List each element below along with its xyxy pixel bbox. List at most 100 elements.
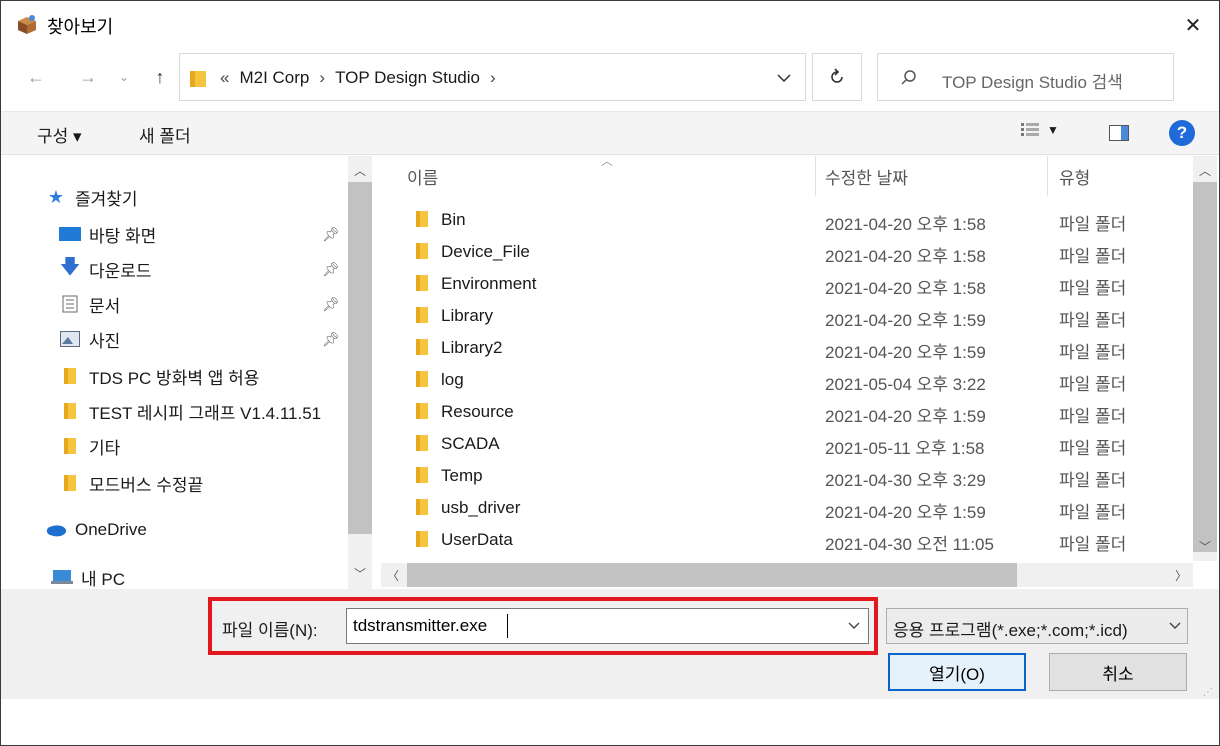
refresh-button[interactable] — [812, 53, 862, 101]
filename-value: tdstransmitter.exe — [353, 616, 488, 635]
breadcrumb-separator[interactable]: › — [490, 68, 496, 88]
filename-input[interactable]: tdstransmitter.exe — [346, 608, 869, 644]
cancel-button[interactable]: 취소 — [1049, 653, 1187, 691]
scroll-down-icon[interactable]: ﹀ — [1193, 534, 1217, 558]
address-history-dropdown[interactable] — [771, 67, 797, 89]
new-folder-button[interactable]: 새 폴더 — [139, 122, 191, 147]
nav-scrollbar[interactable]: ︿ ﹀ — [348, 156, 372, 589]
nav-this-pc[interactable]: 내 PC — [51, 560, 346, 589]
file-name: log — [441, 370, 464, 389]
scroll-up-icon[interactable]: ︿ — [348, 158, 372, 182]
scroll-right-icon[interactable]: 〉 — [1169, 563, 1193, 587]
file-row[interactable]: usb_driver 2021-04-20 오후 1:59 파일 폴더 — [381, 492, 1193, 524]
filetype-select[interactable]: 응용 프로그램(*.exe;*.com;*.icd) — [886, 608, 1188, 644]
file-row[interactable]: Resource 2021-04-20 오후 1:59 파일 폴더 — [381, 396, 1193, 428]
recent-locations-button[interactable]: ⌄ — [115, 63, 133, 91]
folder-icon — [59, 401, 81, 421]
folder-icon — [413, 338, 431, 361]
file-name: usb_driver — [441, 498, 521, 517]
scroll-up-icon[interactable]: ︿ — [1193, 158, 1217, 182]
column-divider[interactable] — [1047, 156, 1048, 196]
nav-item-label: OneDrive — [75, 520, 147, 539]
scrollbar-thumb[interactable] — [348, 182, 372, 534]
breadcrumb-overflow[interactable]: « — [220, 68, 229, 88]
breadcrumb-top-design-studio[interactable]: TOP Design Studio — [335, 68, 480, 88]
scroll-left-icon[interactable]: 〈 — [381, 563, 405, 587]
file-row[interactable]: Library2 2021-04-20 오후 1:59 파일 폴더 — [381, 332, 1193, 364]
column-header-type[interactable]: 유형 — [1059, 164, 1090, 189]
file-type: 파일 폴더 — [1059, 375, 1127, 394]
nav-quick-access[interactable]: ★ 즐겨찾기 — [45, 180, 373, 214]
nav-item-label: 문서 — [89, 296, 121, 316]
list-view-icon — [1021, 123, 1039, 136]
folder-icon — [188, 68, 210, 93]
file-row[interactable]: Device_File 2021-04-20 오후 1:58 파일 폴더 — [381, 236, 1193, 268]
organize-button[interactable]: 구성 ▾ — [37, 122, 82, 147]
file-date: 2021-04-20 오후 1:58 — [825, 279, 986, 298]
file-row[interactable]: SCADA 2021-05-11 오후 1:58 파일 폴더 — [381, 428, 1193, 460]
nav-folder-modbus[interactable]: 모드버스 수정끝 — [59, 466, 346, 500]
filename-history-dropdown[interactable] — [848, 617, 860, 635]
filetype-dropdown[interactable] — [1163, 609, 1187, 643]
scrollbar-thumb[interactable] — [1193, 182, 1217, 552]
pin-icon[interactable]: 📌︎ — [322, 331, 340, 348]
scroll-down-icon[interactable]: ﹀ — [348, 561, 372, 585]
nav-folder-tds-firewall[interactable]: TDS PC 방화벽 앱 허용 — [59, 359, 346, 393]
back-button[interactable]: ← — [23, 63, 49, 91]
file-type: 파일 폴더 — [1059, 471, 1127, 490]
pin-icon[interactable]: 📌︎ — [322, 296, 340, 313]
file-list-horizontal-scrollbar[interactable]: 〈 〉 — [381, 563, 1193, 587]
filename-label: 파일 이름(N): — [222, 621, 318, 640]
file-row[interactable]: UserData 2021-04-30 오전 11:05 파일 폴더 — [381, 524, 1193, 556]
star-icon: ★ — [47, 186, 65, 207]
resize-grip-icon[interactable]: ⋰ — [1203, 687, 1213, 698]
column-header-name[interactable]: 이름 — [407, 164, 438, 189]
open-button[interactable]: 열기(O) — [888, 653, 1026, 691]
breadcrumb-separator[interactable]: › — [319, 68, 325, 88]
folder-icon — [413, 434, 431, 457]
help-button[interactable]: ? — [1169, 120, 1195, 146]
file-row[interactable]: Library 2021-04-20 오후 1:59 파일 폴더 — [381, 300, 1193, 332]
pin-icon[interactable]: 📌︎ — [322, 261, 340, 278]
pin-icon[interactable]: 📌︎ — [322, 226, 340, 243]
search-input[interactable]: TOP Design Studio 검색 — [877, 53, 1174, 101]
folder-icon — [413, 530, 431, 553]
filetype-value: 응용 프로그램(*.exe;*.com;*.icd) — [893, 621, 1128, 640]
file-type: 파일 폴더 — [1059, 503, 1127, 522]
nav-item-label: TEST 레시피 그래프 V1.4.11.51 — [89, 403, 322, 423]
chevron-down-icon — [848, 622, 860, 629]
dialog-title: 찾아보기 — [47, 17, 114, 37]
preview-pane-button[interactable] — [1109, 125, 1129, 141]
nav-pictures[interactable]: 사진 📌︎ — [59, 322, 346, 356]
file-row[interactable]: log 2021-05-04 오후 3:22 파일 폴더 — [381, 364, 1193, 396]
breadcrumb-m2i-corp[interactable]: M2I Corp — [239, 68, 309, 88]
file-row[interactable]: Bin 2021-04-20 오후 1:58 파일 폴더 — [381, 204, 1193, 236]
nav-item-label: 내 PC — [81, 569, 125, 589]
back-arrow-icon: ← — [27, 66, 45, 87]
close-icon: ✕ — [1184, 14, 1202, 37]
nav-folder-etc[interactable]: 기타 — [59, 429, 346, 463]
nav-documents[interactable]: 문서 📌︎ — [59, 287, 346, 321]
address-bar[interactable]: « M2I Corp › TOP Design Studio › — [179, 53, 806, 101]
file-date: 2021-04-20 오후 1:59 — [825, 503, 986, 522]
forward-button[interactable]: → — [75, 63, 101, 91]
browse-dialog: 찾아보기 ✕ ← → ⌄ ↑ « M2I Corp › TOP Design S… — [0, 0, 1220, 746]
file-row[interactable]: Temp 2021-04-30 오후 3:29 파일 폴더 — [381, 460, 1193, 492]
picture-icon — [59, 329, 81, 349]
file-row[interactable]: Environment 2021-04-20 오후 1:58 파일 폴더 — [381, 268, 1193, 300]
file-date: 2021-04-20 오후 1:58 — [825, 247, 986, 266]
file-list-vertical-scrollbar[interactable]: ︿ ﹀ — [1193, 156, 1217, 561]
view-options-button[interactable]: ▼ — [1021, 122, 1059, 138]
nav-folder-test-recipe[interactable]: TEST 레시피 그래프 V1.4.11.51 — [59, 394, 346, 428]
nav-downloads[interactable]: 🡇 다운로드 📌︎ — [59, 252, 346, 286]
column-divider[interactable] — [815, 156, 816, 196]
nav-desktop[interactable]: 바탕 화면 📌︎ — [59, 217, 346, 251]
file-name: Environment — [441, 274, 537, 293]
up-button[interactable]: ↑ — [147, 63, 173, 91]
close-button[interactable]: ✕ — [1175, 7, 1211, 43]
column-header-date[interactable]: 수정한 날짜 — [825, 164, 908, 189]
text-caret — [507, 614, 508, 638]
scrollbar-thumb[interactable] — [407, 563, 1017, 587]
nav-onedrive[interactable]: OneDrive — [45, 513, 346, 547]
folder-icon — [413, 402, 431, 425]
